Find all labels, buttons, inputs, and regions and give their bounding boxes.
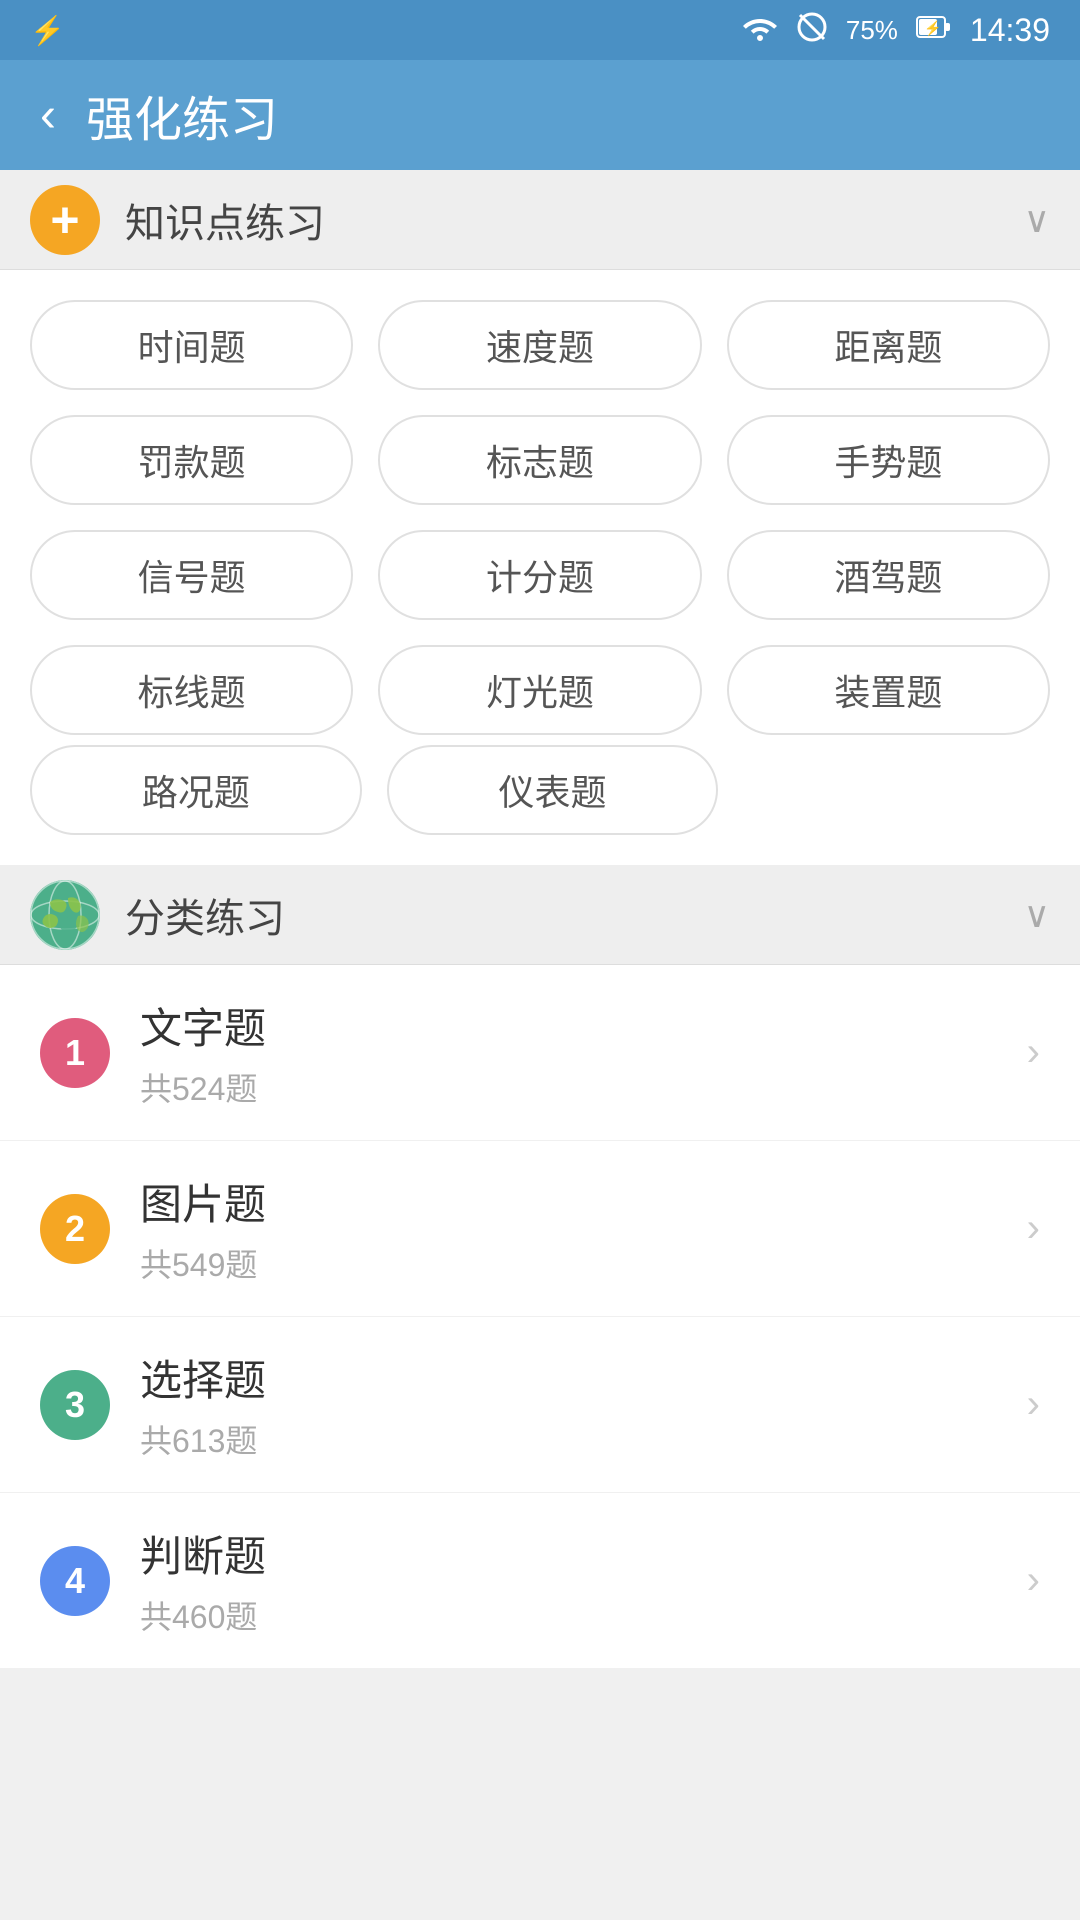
category-item-1[interactable]: 1 文字题 共524题 › xyxy=(0,965,1080,1141)
section2-chevron: ∨ xyxy=(1024,894,1050,936)
usb-icon: ⚡ xyxy=(30,14,65,47)
svg-text:⚡: ⚡ xyxy=(924,20,941,37)
category-arrow-1: › xyxy=(1027,1030,1040,1075)
category-num-4: 4 xyxy=(40,1546,110,1616)
category-list: 1 文字题 共524题 › 2 图片题 共549题 › 3 选择题 共613题 … xyxy=(0,965,1080,1669)
category-count-4: 共460题 xyxy=(140,1592,1027,1638)
category-name-4: 判断题 xyxy=(140,1523,1027,1584)
section1-header[interactable]: + 知识点练习 ∨ xyxy=(0,170,1080,270)
section1-chevron: ∨ xyxy=(1024,199,1050,241)
category-info-3: 选择题 共613题 xyxy=(140,1347,1027,1462)
section1-label: 知识点练习 xyxy=(125,191,999,249)
tag-btn-drunk[interactable]: 酒驾题 xyxy=(727,530,1050,620)
category-item-2[interactable]: 2 图片题 共549题 › xyxy=(0,1141,1080,1317)
no-sim-icon xyxy=(796,11,828,50)
category-arrow-3: › xyxy=(1027,1382,1040,1427)
tag-btn-signal[interactable]: 信号题 xyxy=(30,530,353,620)
wifi-icon xyxy=(742,13,778,48)
category-count-2: 共549题 xyxy=(140,1240,1027,1286)
tag-btn-time[interactable]: 时间题 xyxy=(30,300,353,390)
globe-icon xyxy=(30,880,100,950)
category-name-1: 文字题 xyxy=(140,995,1027,1056)
category-count-1: 共524题 xyxy=(140,1064,1027,1110)
tag-row-partial: 路况题 仪表题 xyxy=(0,745,1080,865)
category-arrow-4: › xyxy=(1027,1558,1040,1603)
tag-btn-road[interactable]: 路况题 xyxy=(30,745,362,835)
tag-btn-gesture[interactable]: 手势题 xyxy=(727,415,1050,505)
page-title: 强化练习 xyxy=(86,80,278,150)
status-bar: ⚡ 75% ⚡ 14:39 xyxy=(0,0,1080,60)
category-num-3: 3 xyxy=(40,1370,110,1440)
tag-grid: 时间题 速度题 距离题 罚款题 标志题 手势题 信号题 计分题 酒驾题 标线题 … xyxy=(0,270,1080,745)
tag-btn-fine[interactable]: 罚款题 xyxy=(30,415,353,505)
tag-btn-score[interactable]: 计分题 xyxy=(378,530,701,620)
category-arrow-2: › xyxy=(1027,1206,1040,1251)
category-item-3[interactable]: 3 选择题 共613题 › xyxy=(0,1317,1080,1493)
tag-btn-instrument[interactable]: 仪表题 xyxy=(387,745,719,835)
category-name-3: 选择题 xyxy=(140,1347,1027,1408)
tag-btn-sign[interactable]: 标志题 xyxy=(378,415,701,505)
status-time: 14:39 xyxy=(970,12,1050,49)
section2-header[interactable]: 分类练习 ∨ xyxy=(0,865,1080,965)
battery-text: 75% xyxy=(846,15,898,46)
category-name-2: 图片题 xyxy=(140,1171,1027,1232)
category-item-4[interactable]: 4 判断题 共460题 › xyxy=(0,1493,1080,1669)
tag-btn-device[interactable]: 装置题 xyxy=(727,645,1050,735)
category-num-1: 1 xyxy=(40,1018,110,1088)
tag-btn-light[interactable]: 灯光题 xyxy=(378,645,701,735)
category-info-1: 文字题 共524题 xyxy=(140,995,1027,1110)
tag-btn-speed[interactable]: 速度题 xyxy=(378,300,701,390)
category-count-3: 共613题 xyxy=(140,1416,1027,1462)
section2-label: 分类练习 xyxy=(125,886,999,944)
back-button[interactable]: ‹ xyxy=(40,88,56,143)
category-info-4: 判断题 共460题 xyxy=(140,1523,1027,1638)
plus-icon: + xyxy=(30,185,100,255)
category-info-2: 图片题 共549题 xyxy=(140,1171,1027,1286)
category-num-2: 2 xyxy=(40,1194,110,1264)
tag-btn-distance[interactable]: 距离题 xyxy=(727,300,1050,390)
top-bar: ‹ 强化练习 xyxy=(0,60,1080,170)
tag-btn-marking[interactable]: 标线题 xyxy=(30,645,353,735)
battery-icon: ⚡ xyxy=(916,13,952,48)
